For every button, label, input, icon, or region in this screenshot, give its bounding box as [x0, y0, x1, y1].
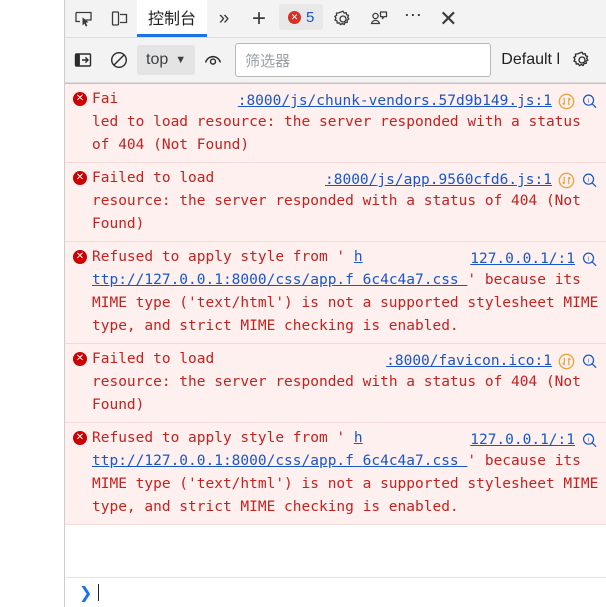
message-text-part: Fai — [92, 91, 119, 107]
error-badge-icon: ✕ — [288, 10, 302, 24]
console-prompt[interactable]: ❯ — [65, 577, 606, 607]
inspect-element-icon[interactable] — [65, 0, 101, 37]
search-in-issues-icon[interactable]: i — [581, 432, 598, 449]
search-in-issues-icon[interactable]: i — [581, 172, 598, 189]
close-devtools-button[interactable]: ✕ — [429, 0, 467, 37]
more-tabs-label: » — [218, 7, 230, 29]
message-source-link[interactable]: :8000/js/app.9560cfd6.js:1 — [325, 169, 552, 192]
log-levels-selector[interactable]: Default l — [497, 51, 564, 69]
message-text-part: resource: the server responded with a st… — [92, 193, 581, 232]
svg-text:i: i — [588, 358, 590, 365]
message-source-link[interactable]: 127.0.0.1/:1 — [470, 248, 575, 271]
network-request-icon[interactable] — [558, 93, 575, 110]
show-console-sidebar-icon[interactable] — [65, 50, 101, 70]
gear-icon[interactable] — [325, 0, 361, 37]
console-message-error[interactable]: ✕ Failed to load resource: the server res… — [65, 344, 606, 423]
error-icon: ✕ — [73, 431, 87, 445]
console-filter-toolbar: top ▼ 筛选器 Default l — [65, 38, 606, 83]
more-options-label: ⋯ — [403, 5, 423, 25]
error-count-label: 5 — [306, 8, 315, 26]
tab-console[interactable]: 控制台 — [137, 0, 208, 37]
close-icon: ✕ — [439, 5, 458, 31]
message-text-part: load — [179, 170, 215, 186]
prompt-caret — [98, 584, 100, 601]
filter-input[interactable]: 筛选器 — [235, 43, 492, 77]
console-message-error[interactable]: ✕ Fai led to load resource: the server re… — [65, 84, 606, 163]
message-url-part[interactable]: 6c4c4a7.css — [363, 453, 468, 469]
message-url-part[interactable]: ttp://127.0.0.1:8000/css/app.f — [92, 272, 363, 288]
message-source-link[interactable]: :8000/favicon.ico:1 — [386, 350, 552, 373]
error-count-badge[interactable]: ✕ 5 — [279, 4, 324, 30]
error-icon: ✕ — [73, 250, 87, 264]
search-in-issues-icon[interactable]: i — [581, 93, 598, 110]
console-message-list[interactable]: ✕ Fai led to load resource: the server re… — [65, 83, 606, 577]
search-in-issues-icon[interactable]: i — [581, 251, 598, 268]
search-in-issues-icon[interactable]: i — [581, 353, 598, 370]
message-url-part[interactable]: h — [354, 249, 363, 265]
more-tabs-button[interactable]: » — [207, 0, 241, 37]
console-message-error[interactable]: ✕ Refused to apply style from ' h ttp://1… — [65, 423, 606, 525]
message-url-part[interactable]: 6c4c4a7.css — [363, 272, 468, 288]
message-source-link[interactable]: :8000/js/chunk-vendors.57d9b149.js:1 — [238, 90, 552, 113]
svg-text:i: i — [588, 437, 590, 444]
devtools-panel: 控制台 » + ✕ 5 ⋯ ✕ top ▼ 筛选器 Default l ✕ Fa… — [64, 0, 606, 607]
error-icon: ✕ — [73, 352, 87, 366]
error-icon: ✕ — [73, 171, 87, 185]
svg-text:i: i — [588, 98, 590, 105]
execution-context-value: top — [146, 51, 169, 68]
device-toolbar-icon[interactable] — [101, 0, 137, 37]
message-text-part: Failed to — [92, 170, 180, 186]
message-source-link[interactable]: 127.0.0.1/:1 — [470, 429, 575, 452]
clear-console-icon[interactable] — [101, 50, 137, 70]
message-url-part[interactable]: ttp://127.0.0.1:8000/css/app.f — [92, 453, 363, 469]
prompt-chevron-icon: ❯ — [79, 583, 93, 602]
tab-console-label: 控制台 — [148, 11, 197, 28]
network-request-icon[interactable] — [558, 172, 575, 189]
live-expression-icon[interactable] — [195, 50, 231, 70]
svg-text:i: i — [588, 177, 590, 184]
error-icon: ✕ — [73, 92, 87, 106]
log-levels-label: Default l — [501, 51, 560, 68]
feedback-icon[interactable] — [361, 0, 397, 37]
console-settings-icon[interactable] — [564, 50, 600, 70]
chevron-down-icon: ▼ — [175, 54, 187, 66]
message-text-part: to load resource: the server responded w… — [92, 114, 581, 153]
message-url-part[interactable]: h — [354, 430, 363, 446]
filter-placeholder: 筛选器 — [245, 52, 291, 70]
add-tab-button[interactable]: + — [241, 0, 277, 37]
svg-text:i: i — [588, 256, 590, 263]
devtools-tabbar: 控制台 » + ✕ 5 ⋯ ✕ — [65, 0, 606, 38]
console-message-error[interactable]: ✕ Refused to apply style from ' h ttp://1… — [65, 242, 606, 344]
execution-context-selector[interactable]: top ▼ — [137, 45, 196, 75]
message-text-part: Refused to apply style from ' — [92, 249, 354, 265]
network-request-icon[interactable] — [558, 353, 575, 370]
message-text-part: resource: the server — [92, 374, 276, 390]
message-text-part: Failed to load — [92, 351, 215, 367]
message-text-part: led — [92, 114, 127, 130]
add-tab-label: + — [252, 4, 267, 32]
console-message-error[interactable]: ✕ Failed to load resource: the server res… — [65, 163, 606, 242]
more-options-button[interactable]: ⋯ — [397, 0, 429, 37]
message-text-part: Refused to apply style from ' — [92, 430, 354, 446]
